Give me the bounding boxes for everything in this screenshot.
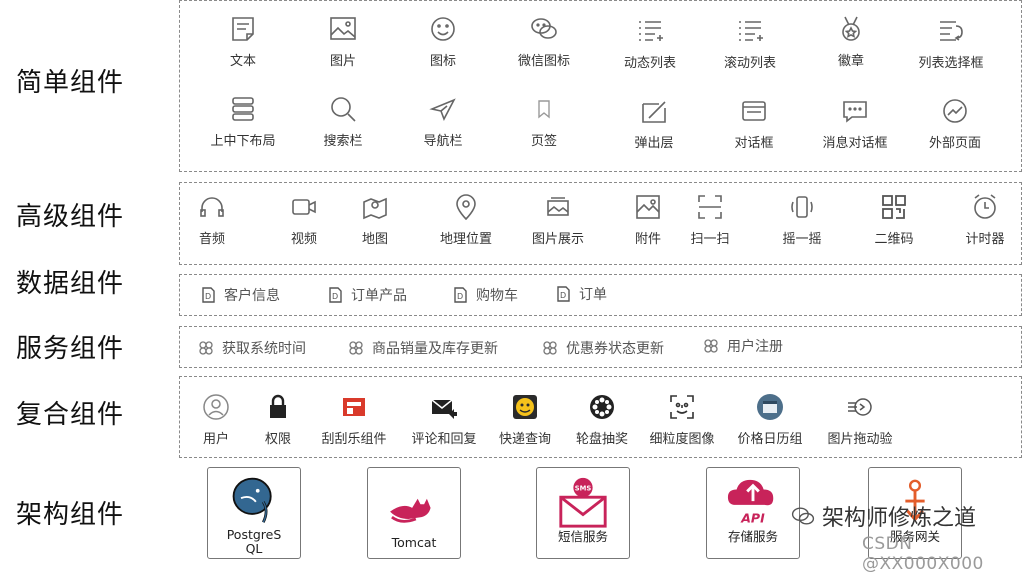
face-scan-icon	[670, 395, 694, 419]
scratch-card-icon	[343, 398, 365, 416]
external-page-icon	[943, 99, 967, 123]
service-node-icon	[349, 341, 363, 355]
image-icon	[330, 17, 356, 40]
svg-text:D: D	[560, 291, 566, 300]
component-navbar[interactable]: 导航栏	[388, 94, 498, 149]
arch-card-tomcat[interactable]: Tomcat	[367, 467, 461, 559]
component-message-dialog[interactable]: 消息对话框	[800, 96, 910, 151]
category-advanced: 高级组件	[16, 202, 125, 232]
service-node-icon	[199, 341, 213, 355]
data-item-order-product[interactable]: D 订单产品	[327, 285, 407, 305]
service-item-coupon-status[interactable]: 优惠券状态更新	[542, 338, 664, 358]
location-pin-icon	[456, 194, 476, 221]
component-popup-layer[interactable]: 弹出层	[599, 96, 709, 151]
service-node-icon	[543, 341, 557, 355]
service-item-get-time[interactable]: 获取系统时间	[198, 338, 306, 358]
stack-layout-icon	[232, 97, 254, 121]
category-composite: 复合组件	[16, 400, 125, 430]
text-icon	[232, 17, 254, 41]
component-badge[interactable]: 徽章	[796, 14, 906, 69]
cloud-api-icon: API	[727, 479, 774, 525]
component-wechat-icon[interactable]: 微信图标	[489, 14, 599, 69]
component-text[interactable]: 文本	[188, 14, 298, 69]
component-dialog[interactable]: 对话框	[699, 96, 809, 151]
service-node-icon	[704, 339, 718, 353]
document-d-icon: D	[329, 287, 342, 303]
component-external-page[interactable]: 外部页面	[900, 96, 1010, 151]
data-item-customer-info[interactable]: D 客户信息	[200, 285, 280, 305]
arch-card-sms[interactable]: SMS 短信服务	[536, 467, 630, 559]
wechat-official-account-icon	[791, 507, 815, 525]
category-simple: 简单组件	[16, 68, 125, 98]
bookmark-icon	[538, 100, 550, 119]
map-icon	[363, 197, 387, 220]
csdn-watermark: CSDN @XX000X000	[862, 534, 984, 574]
category-architecture: 架构组件	[16, 500, 125, 530]
postgresql-elephant-icon	[232, 477, 272, 523]
calendar-icon	[757, 394, 783, 420]
sms-badge-text: SMS	[575, 484, 592, 492]
medal-icon	[842, 16, 860, 41]
document-d-icon: D	[454, 287, 467, 303]
video-camera-icon	[292, 199, 316, 215]
gallery-icon	[547, 197, 569, 216]
qrcode-icon	[882, 195, 906, 219]
dialog-icon	[742, 101, 766, 121]
category-data: 数据组件	[16, 269, 125, 299]
data-item-order[interactable]: D 订单	[555, 284, 607, 304]
component-image[interactable]: 图片	[288, 14, 398, 69]
navigation-icon	[429, 98, 456, 121]
alarm-clock-icon	[974, 194, 996, 219]
component-icon[interactable]: 图标	[388, 14, 498, 69]
document-d-icon: D	[557, 286, 570, 302]
component-timer[interactable]: 计时器	[930, 192, 1024, 247]
arch-card-postgresql[interactable]: PostgreS QL	[207, 467, 301, 559]
sms-envelope-icon: SMS	[559, 477, 607, 528]
search-icon	[331, 97, 356, 122]
document-d-icon: D	[202, 287, 215, 303]
chat-bubble-icon	[843, 101, 867, 123]
tomcat-cat-icon	[390, 498, 431, 523]
component-dynamic-list[interactable]: 动态列表	[595, 16, 705, 71]
scan-icon	[698, 195, 722, 219]
composite-image-drag-verify[interactable]: 图片拖动验	[805, 392, 915, 447]
scroll-list-icon	[739, 21, 763, 41]
list-add-icon	[639, 21, 663, 41]
component-tab[interactable]: 页签	[489, 94, 599, 149]
svg-text:D: D	[205, 292, 211, 301]
component-search-bar[interactable]: 搜索栏	[288, 94, 398, 149]
list-select-icon	[940, 21, 963, 41]
wechat-icon	[531, 18, 557, 39]
popup-icon	[642, 101, 666, 123]
headphones-icon	[200, 197, 224, 217]
component-list-selector[interactable]: 列表选择框	[896, 16, 1006, 71]
api-text: API	[740, 510, 765, 525]
svg-text:D: D	[332, 292, 338, 301]
drag-verify-icon	[848, 398, 872, 416]
mail-reply-icon	[431, 399, 457, 419]
component-scroll-list[interactable]: 滚动列表	[695, 16, 805, 71]
brand-watermark: 架构师修炼之道	[790, 500, 976, 532]
service-item-sales-inventory[interactable]: 商品销量及库存更新	[348, 338, 498, 358]
service-item-user-register[interactable]: 用户注册	[703, 336, 783, 356]
component-layout[interactable]: 上中下布局	[188, 94, 298, 149]
shake-phone-icon	[791, 196, 813, 218]
svg-text:D: D	[457, 292, 463, 301]
smiley-icon	[431, 17, 455, 41]
category-service: 服务组件	[16, 334, 125, 364]
prize-wheel-icon	[590, 395, 614, 419]
arch-card-storage[interactable]: API 存储服务	[706, 467, 800, 559]
lock-icon	[270, 394, 286, 418]
delivery-badge-icon	[513, 395, 537, 419]
data-item-cart[interactable]: D 购物车	[452, 285, 518, 305]
